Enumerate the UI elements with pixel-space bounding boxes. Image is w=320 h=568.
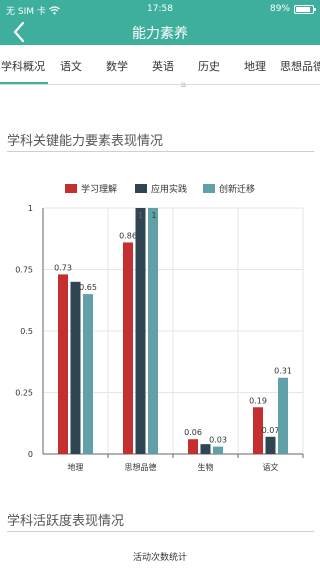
data-label: 0.07 [262,426,280,435]
section-divider [7,151,314,152]
bar [70,281,81,454]
y-tick-label: 0.5 [20,327,33,336]
data-label: 0.73 [54,263,72,272]
battery-group: 89% [269,4,316,14]
data-label: 0.65 [79,283,97,292]
legend-swatch [135,184,147,193]
y-tick-label: 1 [28,204,33,213]
page-title: 能力素养 [132,26,188,42]
tab-chinese[interactable]: 语文 [60,58,82,74]
bar [148,208,158,454]
legend-swatch [203,184,215,193]
chart-svg: 学习理解 应用实践 创新迁移 0 0.25 0.5 0.75 1 地理 0.73 0.65 思想品德 0… [15,183,304,472]
tab-geography[interactable]: 地理 [244,58,266,74]
section-divider-2 [7,531,314,532]
active-tab-indicator [0,82,48,84]
bar [200,444,211,454]
tab-history[interactable]: 历史 [198,58,220,74]
bar [265,436,276,454]
data-label: 0.19 [249,396,267,405]
status-bar: 无 SIM 卡 17:58 89% [0,0,320,20]
legend-label: 学习理解 [81,183,117,195]
legend-label: 应用实践 [151,183,187,195]
legend-label: 创新迁移 [219,183,255,195]
bar [83,294,93,454]
bar [213,446,223,454]
bar [58,274,68,454]
tab-morality[interactable]: 思想品德 [280,58,320,74]
subject-tabs: 学科概况 语文 数学 英语 历史 地理 思想品德 [0,45,320,85]
x-tick-label: 地理 [68,462,84,472]
data-label: 0.03 [209,436,227,445]
section-title-activity: 学科活跃度表现情况 [7,514,125,529]
data-label: 0.31 [274,367,292,376]
data-label: 1 [152,211,157,220]
bar [123,242,133,454]
ability-bar-chart: 学习理解 应用实践 创新迁移 0 0.25 0.5 0.75 1 地理 0.73 0.65 思想品德 0… [0,170,320,480]
battery-percent: 89% [269,4,290,14]
tab-english[interactable]: 英语 [152,58,174,74]
x-tick-label: 语文 [263,462,279,472]
legend-swatch [65,184,77,193]
y-tick-label: 0.25 [15,389,33,398]
tab-math[interactable]: 数学 [106,58,128,74]
data-label: 1 [138,211,143,220]
navigation-bar: 能力素养 [0,20,320,45]
x-tick-label: 思想品德 [125,462,157,472]
battery-icon [294,4,316,14]
y-tick-label: 0.75 [15,266,33,275]
activity-chart-title: 活动次数统计 [132,553,187,563]
tab-overview[interactable]: 学科概况 [1,58,45,74]
x-tick-label: 生物 [198,462,214,472]
bar [135,208,146,454]
section-title-ability: 学科关键能力要素表现情况 [7,134,164,149]
bar [278,377,288,454]
bar [188,439,198,454]
data-label: 0.06 [184,428,202,437]
y-tick-label: 0 [28,450,33,459]
data-label: 0.86 [119,231,137,240]
loading-icon: ♨ [180,80,188,89]
